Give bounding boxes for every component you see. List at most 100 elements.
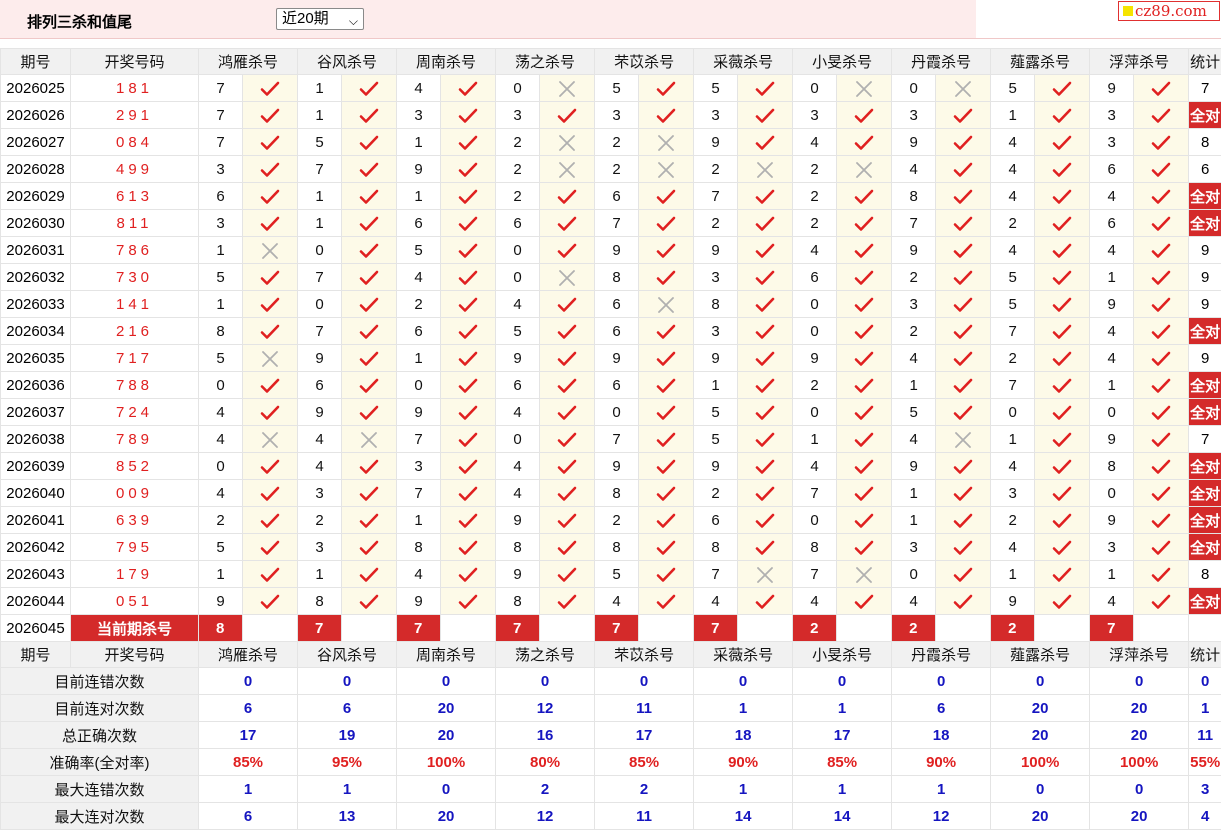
column-header-expert[interactable]: 谷风杀号 — [298, 642, 397, 668]
check-cell — [738, 264, 793, 291]
column-header-expert[interactable]: 荡之杀号 — [496, 49, 595, 75]
summary-label: 目前连对次数 — [1, 695, 199, 722]
column-header-expert[interactable]: 小旻杀号 — [793, 642, 892, 668]
check-cell — [837, 426, 892, 453]
check-cell — [540, 453, 595, 480]
check-cell — [936, 264, 991, 291]
column-header-expert[interactable]: 丹霞杀号 — [892, 642, 991, 668]
cross-cell — [639, 291, 694, 318]
column-header-expert[interactable]: 采薇杀号 — [694, 642, 793, 668]
summary-value: 95% — [298, 749, 397, 776]
summary-value: 19 — [298, 722, 397, 749]
kill-number-cell: 4 — [991, 156, 1035, 183]
check-cell — [1134, 588, 1189, 615]
top-bar: 排列三杀和值尾 近20期 ⌵ cz89.com — [0, 0, 1221, 39]
summary-value: 0 — [793, 668, 892, 695]
column-header-expert[interactable]: 芣苡杀号 — [595, 49, 694, 75]
kill-number-cell: 9 — [298, 399, 342, 426]
summary-total: 55% — [1189, 749, 1221, 776]
check-icon — [557, 322, 577, 339]
site-logo[interactable]: cz89.com — [1118, 1, 1220, 21]
column-header-expert[interactable]: 薤露杀号 — [991, 642, 1090, 668]
cross-cell — [738, 561, 793, 588]
kill-number-cell: 8 — [793, 534, 837, 561]
check-icon — [359, 160, 379, 177]
column-header-expert[interactable]: 采薇杀号 — [694, 49, 793, 75]
column-header-stat: 统计 — [1189, 49, 1221, 75]
summary-value: 0 — [298, 668, 397, 695]
table-row: 20260400094374827130全对 — [1, 480, 1221, 507]
kill-number-cell: 0 — [496, 264, 540, 291]
range-select-value: 近20期 — [282, 10, 329, 27]
check-icon — [755, 133, 775, 150]
column-header-expert[interactable]: 鸿雁杀号 — [199, 642, 298, 668]
summary-value: 17 — [199, 722, 298, 749]
check-cell — [1134, 561, 1189, 588]
stat-cell: 全对 — [1189, 372, 1221, 399]
kill-number-cell: 6 — [1090, 156, 1134, 183]
column-header-expert[interactable]: 芣苡杀号 — [595, 642, 694, 668]
kill-number-cell: 6 — [199, 183, 243, 210]
column-header-expert[interactable]: 小旻杀号 — [793, 49, 892, 75]
summary-value: 6 — [892, 695, 991, 722]
kill-number-cell: 3 — [694, 264, 738, 291]
stat-cell: 全对 — [1189, 453, 1221, 480]
check-icon — [359, 214, 379, 231]
check-cell — [1134, 291, 1189, 318]
summary-value: 20 — [991, 803, 1090, 830]
column-header-expert[interactable]: 丹霞杀号 — [892, 49, 991, 75]
check-cell — [540, 561, 595, 588]
check-cell — [837, 129, 892, 156]
check-cell — [342, 561, 397, 588]
check-cell — [1134, 426, 1189, 453]
check-cell — [441, 372, 496, 399]
kill-number-cell: 1 — [397, 129, 441, 156]
check-cell — [441, 507, 496, 534]
summary-label: 最大连对次数 — [1, 803, 199, 830]
check-icon — [656, 565, 676, 582]
column-header-expert[interactable]: 鸿雁杀号 — [199, 49, 298, 75]
kill-number-cell: 4 — [199, 480, 243, 507]
stat-cell: 6 — [1189, 156, 1221, 183]
kill-number-cell: 7 — [991, 372, 1035, 399]
kill-number-cell: 2 — [892, 264, 936, 291]
kill-number-cell: 3 — [397, 453, 441, 480]
summary-value: 20 — [1090, 695, 1189, 722]
kill-number-cell: 8 — [1090, 453, 1134, 480]
column-header-expert[interactable]: 浮萍杀号 — [1090, 49, 1189, 75]
range-select[interactable]: 近20期 ⌵ — [276, 8, 364, 30]
check-cell — [342, 318, 397, 345]
check-icon — [260, 376, 280, 393]
cross-cell — [540, 264, 595, 291]
check-icon — [953, 376, 973, 393]
kill-number-cell: 9 — [1090, 507, 1134, 534]
kill-number-cell: 6 — [595, 183, 639, 210]
check-cell — [1134, 453, 1189, 480]
period-cell: 2026033 — [1, 291, 71, 318]
kill-number-cell: 0 — [298, 237, 342, 264]
table-row: 20260377244994050500全对 — [1, 399, 1221, 426]
check-cell — [243, 210, 298, 237]
check-icon — [854, 457, 874, 474]
column-header-expert[interactable]: 薤露杀号 — [991, 49, 1090, 75]
check-cell — [639, 372, 694, 399]
column-header-expert[interactable]: 谷风杀号 — [298, 49, 397, 75]
kill-number-cell: 9 — [694, 345, 738, 372]
column-header-expert[interactable]: 荡之杀号 — [496, 642, 595, 668]
check-cell — [441, 480, 496, 507]
check-icon — [1151, 403, 1171, 420]
kill-number-cell: 1 — [199, 561, 243, 588]
check-cell — [1035, 372, 1090, 399]
check-cell — [540, 237, 595, 264]
check-cell — [1035, 588, 1090, 615]
check-icon — [656, 430, 676, 447]
check-cell — [639, 426, 694, 453]
column-header-expert[interactable]: 周南杀号 — [397, 642, 496, 668]
summary-value: 90% — [892, 749, 991, 776]
period-cell: 2026037 — [1, 399, 71, 426]
summary-value: 100% — [991, 749, 1090, 776]
summary-value: 11 — [595, 695, 694, 722]
column-header-expert[interactable]: 周南杀号 — [397, 49, 496, 75]
column-header-expert[interactable]: 浮萍杀号 — [1090, 642, 1189, 668]
check-cell — [243, 534, 298, 561]
